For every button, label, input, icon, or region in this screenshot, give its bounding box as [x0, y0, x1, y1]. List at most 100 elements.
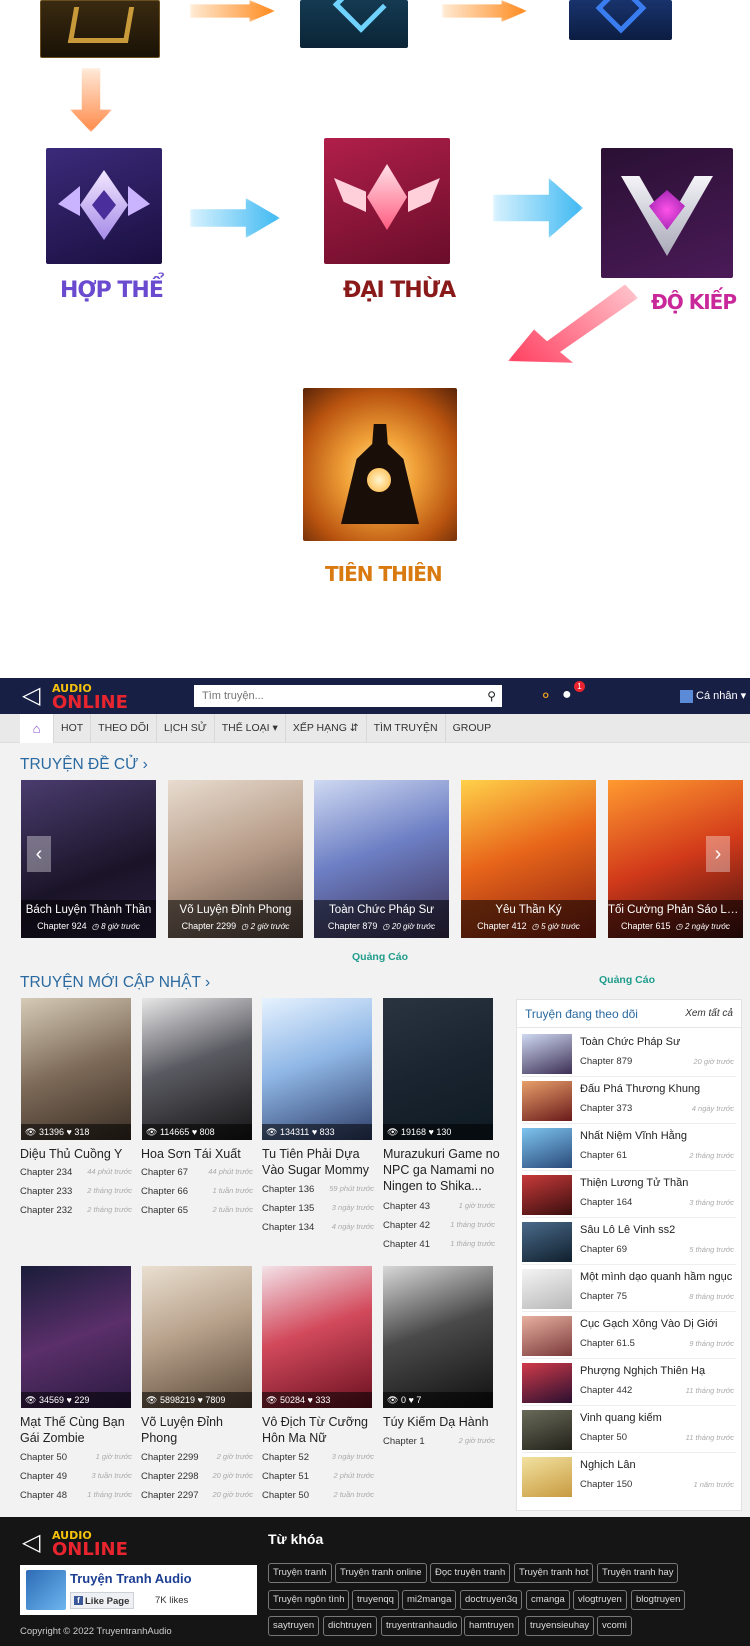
chat-icon[interactable]: ● [562, 686, 572, 704]
recommended-card[interactable]: Yêu Thần Ký Chapter 412 ◷ 5 giờ trước [461, 780, 596, 938]
keyword-tag[interactable]: truyensieuhay [525, 1616, 595, 1636]
chapter-row[interactable]: Chapter 1 2 giờ trước [383, 1436, 495, 1447]
menu-item-theo-doi[interactable]: THEO DÕI [91, 714, 157, 743]
keyword-tag[interactable]: Truyện ngôn tình [268, 1590, 350, 1610]
menu-item-the-loai[interactable]: THỂ LOẠI ▾ [215, 714, 286, 743]
keyword-tag[interactable]: truyenqq [352, 1590, 399, 1610]
comic-title[interactable]: Vô Địch Từ Cưỡng Hôn Ma Nữ [262, 1414, 380, 1446]
chapter-row[interactable]: Chapter 136 59 phút trước [262, 1184, 374, 1195]
keyword-tag[interactable]: Truyện tranh [268, 1563, 332, 1583]
chapter-row[interactable]: Chapter 42 1 tháng trước [383, 1220, 495, 1231]
fb-like-button[interactable]: f Like Page [70, 1592, 135, 1609]
comic-title[interactable]: Murazukuri Game no NPC ga Namami no Ning… [383, 1146, 501, 1194]
chapter-row[interactable]: Chapter 51 2 phút trước [262, 1471, 374, 1482]
search-input[interactable] [194, 685, 464, 707]
menu-item-group[interactable]: GROUP [446, 714, 499, 743]
home-icon[interactable]: ⌂ [20, 714, 54, 743]
comic-cover[interactable]: 👁 31396 ♥ 318 [21, 998, 131, 1140]
facebook-page-widget[interactable]: Truyện Tranh Audio f Like Page 7K likes [20, 1565, 257, 1615]
keyword-tag[interactable]: saytruyen [268, 1616, 320, 1636]
fb-page-name[interactable]: Truyện Tranh Audio [70, 1571, 192, 1586]
comic-cover[interactable]: 👁 19168 ♥ 130 [383, 998, 493, 1140]
site-logo[interactable]: ◁ AUDIO ONLINE [22, 682, 132, 713]
following-item[interactable]: Nhất Niệm Vĩnh Hằng Chapter 61 2 tháng trư… [522, 1124, 736, 1171]
chapter-row[interactable]: Chapter 134 4 ngày trước [262, 1222, 374, 1233]
comic-title[interactable]: Võ Luyện Đỉnh Phong [141, 1414, 259, 1446]
following-item[interactable]: Cục Gạch Xông Vào Dị Giới Chapter 61.5 9 t… [522, 1312, 736, 1359]
chapter-time: 44 phút trước [208, 1167, 253, 1176]
comic-cover[interactable]: 👁 50284 ♥ 333 [262, 1266, 372, 1408]
following-chapter: Chapter 61.5 [580, 1338, 635, 1349]
comic-cover[interactable]: 👁 134311 ♥ 833 [262, 998, 372, 1140]
notification-badge: 1 [574, 681, 585, 692]
chapter-row[interactable]: Chapter 234 44 phút trước [20, 1167, 132, 1178]
chapter-row[interactable]: Chapter 2298 20 giờ trước [141, 1471, 253, 1482]
following-item[interactable]: Thiện Lương Tử Thần Chapter 164 3 tháng tr… [522, 1171, 736, 1218]
following-item[interactable]: Đấu Phá Thương Khung Chapter 373 4 ngày tr… [522, 1077, 736, 1124]
keyword-tag[interactable]: Đọc truyện tranh [430, 1563, 511, 1583]
latest-heading[interactable]: TRUYỆN MỚI CẬP NHẬT › [20, 974, 210, 992]
arrow-down [70, 68, 112, 132]
comic-title[interactable]: Mạt Thế Cùng Bạn Gái Zombie [20, 1414, 138, 1446]
following-item[interactable]: Vinh quang kiếm Chapter 50 11 tháng trước [522, 1406, 736, 1453]
comic-title[interactable]: Diệu Thủ Cuồng Y [20, 1146, 138, 1162]
chapter-row[interactable]: Chapter 67 44 phút trước [141, 1167, 253, 1178]
comic-cover[interactable]: 👁 114665 ♥ 808 [142, 998, 252, 1140]
chapter-row[interactable]: Chapter 135 3 ngày trước [262, 1203, 374, 1214]
see-all-link[interactable]: Xem tất cả [685, 1000, 733, 1028]
following-time: 3 tháng trước [689, 1198, 734, 1207]
chapter-row[interactable]: Chapter 48 1 tháng trước [20, 1490, 132, 1501]
carousel-next-button[interactable]: › [706, 836, 730, 872]
keyword-tag[interactable]: Truyện tranh online [335, 1563, 427, 1583]
chapter-row[interactable]: Chapter 43 1 giờ trước [383, 1201, 495, 1212]
following-item[interactable]: Nghịch Lân Chapter 150 1 năm trước [522, 1453, 736, 1500]
chapter-row[interactable]: Chapter 52 3 ngày trước [262, 1452, 374, 1463]
comic-cover[interactable]: 👁 34569 ♥ 229 [21, 1266, 131, 1408]
comic-stats: 👁 19168 ♥ 130 [383, 1124, 493, 1140]
chapter-row[interactable]: Chapter 49 3 tuần trước [20, 1471, 132, 1482]
chapter-row[interactable]: Chapter 232 2 tháng trước [20, 1205, 132, 1216]
lightbulb-icon[interactable]: ⚬ [539, 686, 552, 706]
comic-stats: 👁 0 ♥ 7 [383, 1392, 493, 1408]
keyword-tag[interactable]: blogtruyen [631, 1590, 686, 1610]
comic-cover[interactable]: 👁 5898219 ♥ 7809 [142, 1266, 252, 1408]
keyword-tag[interactable]: cmanga [526, 1590, 570, 1610]
keyword-tag[interactable]: Truyện tranh hot [514, 1563, 594, 1583]
following-item[interactable]: Một mình dạo quanh hầm ngục Chapter 75 8 t… [522, 1265, 736, 1312]
keyword-tag[interactable]: dichtruyen [323, 1616, 377, 1636]
following-item[interactable]: Toàn Chức Pháp Sư Chapter 879 20 giờ trước [522, 1030, 736, 1077]
chapter-row[interactable]: Chapter 66 1 tuần trước [141, 1186, 253, 1197]
keyword-tag[interactable]: vlogtruyen [573, 1590, 627, 1610]
comic-title[interactable]: Túy Kiếm Dạ Hành [383, 1414, 501, 1430]
comic-cover[interactable]: 👁 0 ♥ 7 [383, 1266, 493, 1408]
keyword-tag[interactable]: mi2manga [402, 1590, 457, 1610]
chapter-row[interactable]: Chapter 50 1 giờ trước [20, 1452, 132, 1463]
comic-title[interactable]: Hoa Sơn Tái Xuất [141, 1146, 259, 1162]
chapter-row[interactable]: Chapter 233 2 tháng trước [20, 1186, 132, 1197]
menu-item-hot[interactable]: HOT [54, 714, 92, 743]
chapter-row[interactable]: Chapter 2297 20 giờ trước [141, 1490, 253, 1501]
search-icon[interactable]: ⚲ [487, 689, 496, 703]
keyword-tag[interactable]: vcomi [597, 1616, 632, 1636]
facebook-icon: f [74, 1596, 83, 1605]
user-menu[interactable]: Cá nhân ▾ [680, 689, 746, 703]
keyword-tag[interactable]: hamtruyen [464, 1616, 519, 1636]
keyword-tag[interactable]: truyentranhaudio [381, 1616, 463, 1636]
chapter-row[interactable]: Chapter 65 2 tuần trước [141, 1205, 253, 1216]
comic-title[interactable]: Tu Tiên Phải Dựa Vào Sugar Mommy [262, 1146, 380, 1178]
keyword-tag[interactable]: Truyện tranh hay [597, 1563, 679, 1583]
menu-item-xep-hang[interactable]: XẾP HẠNG ⇵ [286, 714, 367, 743]
footer-logo[interactable]: ◁ AUDIO ONLINE [22, 1529, 132, 1560]
keyword-tag[interactable]: doctruyen3q [460, 1590, 523, 1610]
chapter-row[interactable]: Chapter 50 2 tuần trước [262, 1490, 374, 1501]
recommended-card[interactable]: Võ Luyện Đỉnh Phong Chapter 2299 ◷ 2 giờ … [168, 780, 303, 938]
chapter-row[interactable]: Chapter 2299 2 giờ trước [141, 1452, 253, 1463]
following-item[interactable]: Sâu Lô Lê Vinh ss2 Chapter 69 5 tháng trướ… [522, 1218, 736, 1265]
menu-item-tim-truyen[interactable]: TÌM TRUYỆN [367, 714, 446, 743]
recommended-heading[interactable]: TRUYỆN ĐỀ CỬ › [20, 756, 148, 774]
following-item[interactable]: Phượng Nghịch Thiên Hạ Chapter 442 11 thán… [522, 1359, 736, 1406]
recommended-card[interactable]: Toàn Chức Pháp Sư Chapter 879 ◷ 20 giờ tr… [314, 780, 449, 938]
chapter-row[interactable]: Chapter 41 1 tháng trước [383, 1239, 495, 1250]
carousel-prev-button[interactable]: ‹ [27, 836, 51, 872]
menu-item-lich-su[interactable]: LỊCH SỬ [157, 714, 215, 743]
